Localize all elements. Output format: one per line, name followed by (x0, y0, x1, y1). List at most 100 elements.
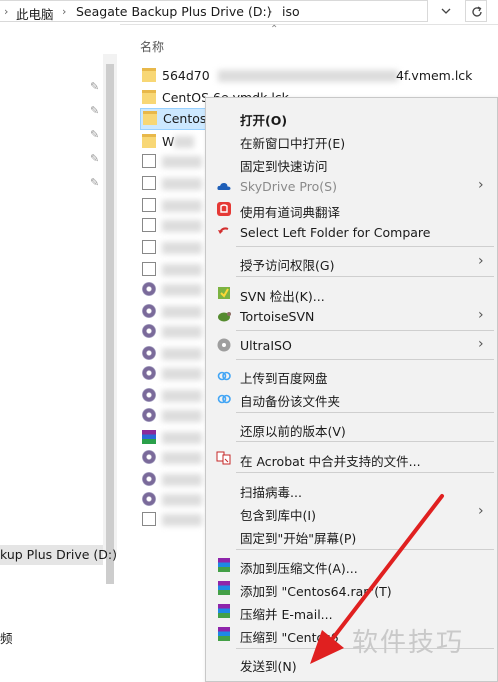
nav-item-label: 频 (0, 631, 13, 646)
iso-disc-icon (142, 324, 156, 338)
menu-item-open[interactable]: 打开(O) (206, 106, 497, 128)
iso-disc-icon (142, 472, 156, 486)
menu-separator (236, 441, 494, 442)
file-row[interactable] (140, 322, 205, 342)
redacted-blur (162, 200, 202, 212)
nav-scrollbar-thumb[interactable] (106, 64, 114, 584)
menu-item-label: 还原以前的版本(V) (240, 424, 346, 439)
file-row[interactable] (140, 152, 205, 172)
file-row[interactable] (140, 280, 205, 300)
menu-item-restore-previous[interactable]: 还原以前的版本(V) (206, 417, 497, 439)
menu-item-label: 在 Acrobat 中合并支持的文件... (240, 454, 421, 469)
file-row[interactable] (140, 344, 205, 364)
redacted-blur (174, 136, 194, 148)
file-row[interactable] (140, 490, 205, 510)
redacted-blur (162, 390, 202, 402)
file-row[interactable] (140, 238, 205, 258)
file-row[interactable] (140, 174, 205, 194)
menu-item-label: SkyDrive Pro(S) (240, 179, 337, 194)
redacted-blur (162, 432, 202, 444)
menu-separator (236, 276, 494, 277)
breadcrumb-chevron-icon: › (62, 5, 67, 18)
redacted-blur (162, 220, 202, 232)
file-name-tail: 4f.vmem.lck (396, 68, 473, 83)
redacted-blur (162, 452, 202, 464)
menu-item-label: 上传到百度网盘 (240, 371, 328, 386)
file-row[interactable]: W (140, 132, 206, 152)
menu-item-open-new-window[interactable]: 在新窗口中打开(E) (206, 129, 497, 151)
breadcrumb-chevron-icon: › (4, 5, 9, 18)
menu-item-pin-quick-access[interactable]: 固定到快速访问 (206, 152, 497, 174)
redacted-blur (162, 494, 202, 506)
menu-separator (236, 330, 494, 331)
redacted-blur (162, 178, 202, 190)
file-row[interactable]: 564d70 4f.vmem.lck (140, 66, 480, 86)
menu-item-select-left-compare[interactable]: Select Left Folder for Compare (206, 221, 497, 243)
submenu-arrow-icon: › (478, 336, 484, 352)
breadcrumb-item-iso[interactable]: iso (282, 4, 300, 19)
refresh-button[interactable] (465, 0, 487, 22)
svn-checkout-icon (216, 285, 232, 301)
redacted-blur (162, 156, 202, 168)
watermark-text: 软件技巧 (352, 628, 465, 658)
winrar-icon (216, 580, 232, 596)
folder-icon (142, 68, 156, 82)
menu-item-svn-checkout[interactable]: SVN 检出(K)... (206, 282, 497, 304)
nav-item-label: kup Plus Drive (D:) (0, 547, 117, 562)
file-row[interactable] (140, 510, 205, 530)
winrar-icon (216, 626, 232, 642)
menu-item-tortoisesvn[interactable]: TortoiseSVN › (206, 305, 497, 327)
refresh-icon (472, 6, 482, 17)
breadcrumb-chevron-icon: › (268, 5, 273, 18)
menu-item-label: TortoiseSVN (240, 309, 315, 324)
nav-item-drive[interactable]: kup Plus Drive (D:) (0, 545, 117, 565)
submenu-arrow-icon: › (478, 177, 484, 193)
breadcrumb-item-drive[interactable]: Seagate Backup Plus Drive (D:) (76, 4, 272, 19)
iso-disc-icon (142, 408, 156, 422)
menu-item-upload-baidu[interactable]: 上传到百度网盘 (206, 364, 497, 386)
breadcrumb-item-this-pc[interactable]: 此电脑 (16, 4, 54, 23)
file-icon (142, 176, 156, 190)
nav-item-videos[interactable]: 频 (0, 628, 13, 647)
pin-icon: ✎ (90, 128, 100, 141)
file-row[interactable] (140, 364, 205, 384)
file-row[interactable] (140, 386, 205, 406)
menu-item-youdao-translate[interactable]: 使用有道词典翻译 (206, 198, 497, 220)
file-icon (142, 262, 156, 276)
acrobat-icon (216, 450, 232, 466)
redacted-blur (218, 70, 398, 82)
address-bar[interactable]: › 此电脑 › Seagate Backup Plus Drive (D:) ›… (0, 0, 428, 22)
winrar-icon (216, 557, 232, 573)
address-dropdown-chevron-icon[interactable] (437, 2, 455, 20)
redacted-blur (162, 264, 202, 276)
file-icon (142, 240, 156, 254)
redacted-blur (162, 368, 202, 380)
nav-scrollbar[interactable] (103, 54, 117, 584)
file-row[interactable] (140, 428, 205, 448)
file-row[interactable] (140, 406, 205, 426)
file-row[interactable] (140, 448, 205, 468)
file-row[interactable] (140, 216, 205, 236)
menu-item-label: 使用有道词典翻译 (240, 205, 341, 220)
menu-item-auto-backup-folder[interactable]: 自动备份该文件夹 (206, 387, 497, 409)
menu-item-ultraiso[interactable]: UltraISO › (206, 334, 497, 356)
sort-caret-icon: ⌃ (270, 24, 279, 35)
file-row[interactable] (140, 302, 205, 322)
file-row-selected[interactable]: Centos6 (140, 108, 214, 130)
file-row[interactable] (140, 470, 205, 490)
iso-disc-icon (142, 492, 156, 506)
menu-separator (236, 472, 494, 473)
file-icon (142, 512, 156, 526)
youdao-icon (216, 201, 232, 217)
file-row[interactable] (140, 196, 205, 216)
menu-separator (236, 359, 494, 360)
tortoise-icon (216, 308, 232, 324)
redacted-blur (162, 242, 202, 254)
column-header-name[interactable]: 名称 (140, 38, 164, 55)
menu-item-acrobat-combine[interactable]: 在 Acrobat 中合并支持的文件... (206, 447, 497, 469)
folder-icon (143, 111, 157, 125)
file-row[interactable] (140, 260, 205, 280)
menu-item-grant-access[interactable]: 授予访问权限(G) › (206, 251, 497, 273)
menu-item-skydrive-pro[interactable]: SkyDrive Pro(S) › (206, 175, 497, 197)
menu-separator (236, 246, 494, 247)
